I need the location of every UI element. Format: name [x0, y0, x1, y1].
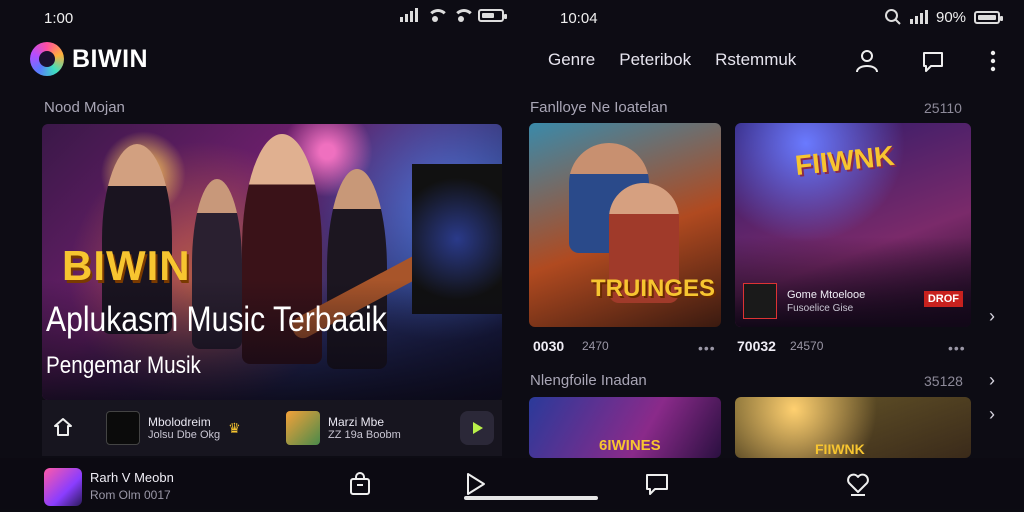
card-2[interactable]: FIIWNK Gome Mtoelooe Fusoelice Gise DROF: [735, 123, 971, 327]
card-4[interactable]: FIIWNK: [735, 397, 971, 458]
section2-title: Nlengfoile Inadan: [530, 372, 647, 389]
signal-icon: [400, 8, 418, 22]
chevron-right-icon[interactable]: ›: [989, 370, 995, 391]
wifi-icon: [452, 8, 475, 22]
hero-strip: Mbolodreim Jolsu Dbe Okg ♛ Marzi Mbe ZZ …: [42, 400, 502, 456]
battery-icon: [478, 8, 507, 22]
hero-gradient: [42, 280, 502, 400]
card-overlay-text: TRUINGES: [591, 275, 716, 302]
status-time-left: 1:00: [44, 10, 74, 27]
strip-item-subtitle: Jolsu Dbe Okg: [148, 429, 221, 441]
card-1-more-icon[interactable]: •••: [698, 340, 716, 356]
card-2-stat2: 24570: [790, 339, 824, 353]
bag-icon[interactable]: [346, 470, 374, 498]
wifi-icon: [426, 8, 449, 22]
card-thumbnail: [743, 283, 777, 319]
battery-icon: [974, 10, 1004, 24]
status-icons-right: 90%: [884, 8, 1004, 26]
share-icon[interactable]: [50, 414, 76, 440]
now-playing-subtitle: Rom Olm 0017: [90, 488, 171, 502]
chevron-right-icon[interactable]: ›: [989, 404, 995, 425]
card-1-stat: 0030: [533, 338, 565, 354]
logo-icon: [30, 42, 64, 76]
card-2-more-icon[interactable]: •••: [948, 340, 966, 356]
strip-thumbnail: [106, 411, 140, 445]
now-playing-artwork[interactable]: [44, 468, 82, 506]
more-vert-icon[interactable]: [982, 48, 1004, 74]
play-icon[interactable]: [462, 470, 490, 498]
hero-brand-text: BIWIN: [62, 242, 191, 289]
section2-count: 35128: [924, 373, 963, 389]
card-overlay-text: FIIWNK: [793, 139, 896, 182]
card-3[interactable]: 6IWINES: [529, 397, 721, 458]
status-icons-left: [400, 8, 507, 22]
status-time-center: 10:04: [560, 10, 598, 27]
battery-percent: 90%: [936, 8, 967, 26]
strip-item-title: Mbolodreim: [148, 415, 211, 429]
heart-icon[interactable]: [844, 470, 872, 498]
strip-item-subtitle: ZZ 19a Boobm: [328, 429, 401, 441]
card-2-label2: Fusoelice Gise: [787, 303, 854, 314]
strip-item[interactable]: Mbolodreim Jolsu Dbe Okg ♛: [106, 411, 241, 445]
card-overlay-text: 6IWINES: [599, 437, 661, 454]
play-button[interactable]: [460, 411, 494, 445]
search-icon: [885, 9, 901, 25]
app-logo[interactable]: BIWIN: [30, 42, 148, 76]
card-1-stat2: 2470: [582, 339, 609, 353]
card-2-tag: DROF: [923, 291, 963, 307]
card-2-stat: 70032: [737, 338, 776, 354]
strip-item-title: Marzi Mbe: [328, 415, 385, 429]
profile-icon[interactable]: [854, 48, 880, 74]
hero-title: Aplukasm Music Terbaaik: [46, 300, 387, 339]
chat-icon[interactable]: [643, 470, 671, 498]
hero-subtitle: Pengemar Musik: [46, 352, 201, 379]
app-title: BIWIN: [72, 44, 149, 73]
strip-item[interactable]: Marzi Mbe ZZ 19a Boobm: [286, 411, 401, 445]
now-playing-title: Rarh V Meobn: [90, 470, 174, 485]
section1-count: 25110: [924, 100, 962, 116]
hero-section-title: Nood Mojan: [44, 99, 125, 116]
strip-thumbnail: [286, 411, 320, 445]
nav-item-genre[interactable]: Genre: [548, 50, 595, 70]
play-icon: [473, 422, 483, 434]
nav-item-3[interactable]: Rstemmuk: [715, 50, 796, 70]
nav-item-2[interactable]: Peteribok: [619, 50, 691, 70]
card-overlay-text: FIIWNK: [815, 441, 865, 457]
card-2-label: Gome Mtoelooe: [787, 289, 866, 301]
section1-title: Fanlloye Ne Ioatelan: [530, 99, 668, 116]
chat-icon[interactable]: [920, 48, 946, 74]
home-indicator[interactable]: [464, 496, 598, 500]
chevron-right-icon[interactable]: ›: [989, 306, 995, 327]
card-1[interactable]: TRUINGES: [529, 123, 721, 327]
crown-icon: ♛: [228, 419, 241, 436]
status-bar: 1:00 10:04 90%: [0, 0, 1024, 36]
signal-icon: [910, 10, 928, 24]
top-nav: Genre Peteribok Rstemmuk: [548, 50, 796, 70]
